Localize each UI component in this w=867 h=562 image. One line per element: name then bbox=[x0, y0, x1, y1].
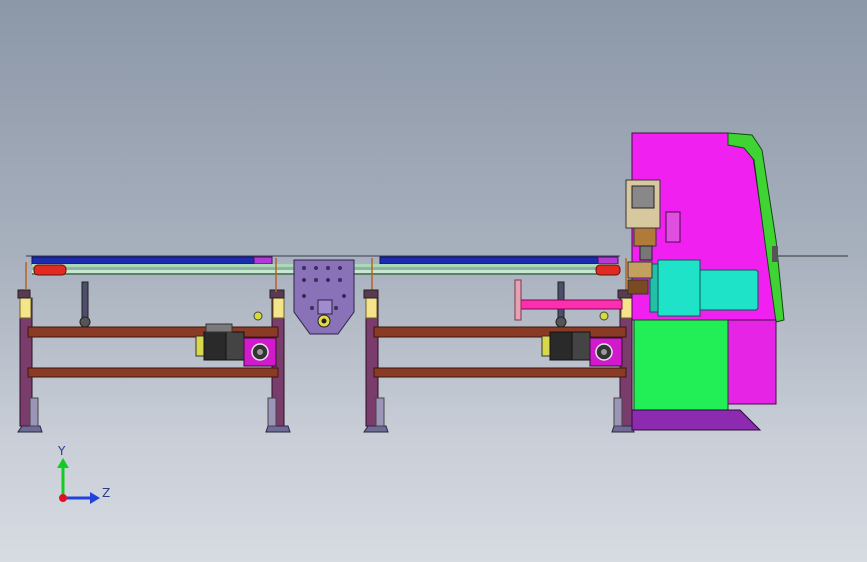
right-leg-cap-1 bbox=[365, 297, 378, 319]
right-rail-end-purple bbox=[597, 256, 619, 265]
coordinate-triad: Y Z bbox=[57, 444, 110, 504]
left-blue-rail bbox=[31, 256, 261, 265]
right-leg-cap-2 bbox=[620, 297, 633, 319]
main-machine bbox=[625, 132, 848, 431]
left-leg-cap-1 bbox=[19, 297, 32, 319]
left-red-end bbox=[33, 264, 67, 276]
center-mount-plate bbox=[293, 259, 355, 335]
yellow-indicator-2-icon bbox=[599, 311, 609, 321]
left-bracket-2 bbox=[269, 289, 285, 299]
right-blue-rail bbox=[379, 256, 613, 265]
right-foot-2 bbox=[611, 425, 635, 433]
left-rail-end-purple bbox=[253, 256, 273, 265]
left-leg-cap-2 bbox=[272, 297, 285, 319]
triad-z-label: Z bbox=[102, 486, 110, 500]
left-bracket-1 bbox=[17, 289, 31, 299]
right-post-1-wheel bbox=[555, 316, 567, 328]
left-lower-crossbar bbox=[27, 367, 279, 378]
right-red-end bbox=[595, 264, 621, 276]
right-lower-crossbar bbox=[373, 367, 627, 378]
z-axis-arrow-icon bbox=[90, 492, 100, 504]
machine-base-plate bbox=[631, 409, 762, 431]
triad-y-label: Y bbox=[57, 444, 66, 458]
right-foot-1 bbox=[363, 425, 389, 433]
left-foot-2-gusset bbox=[267, 397, 277, 427]
cad-viewport[interactable]: Y Z bbox=[0, 0, 867, 562]
machine-green-base bbox=[633, 319, 729, 411]
left-foot-2 bbox=[265, 425, 291, 433]
right-foot-1-gusset bbox=[375, 397, 385, 427]
triad-origin-icon bbox=[59, 494, 67, 502]
left-post-1 bbox=[81, 281, 89, 323]
right-bracket-1 bbox=[363, 289, 379, 299]
machine-assembly: Y Z bbox=[17, 132, 848, 504]
left-foot-1-gusset bbox=[29, 397, 39, 427]
left-post-1-wheel bbox=[79, 316, 91, 328]
right-foot-2-gusset bbox=[613, 397, 623, 427]
machine-cyan-motor bbox=[695, 269, 759, 311]
y-axis-arrow-icon bbox=[57, 458, 69, 468]
left-foot-1 bbox=[17, 425, 43, 433]
yellow-indicator-icon bbox=[253, 311, 263, 321]
